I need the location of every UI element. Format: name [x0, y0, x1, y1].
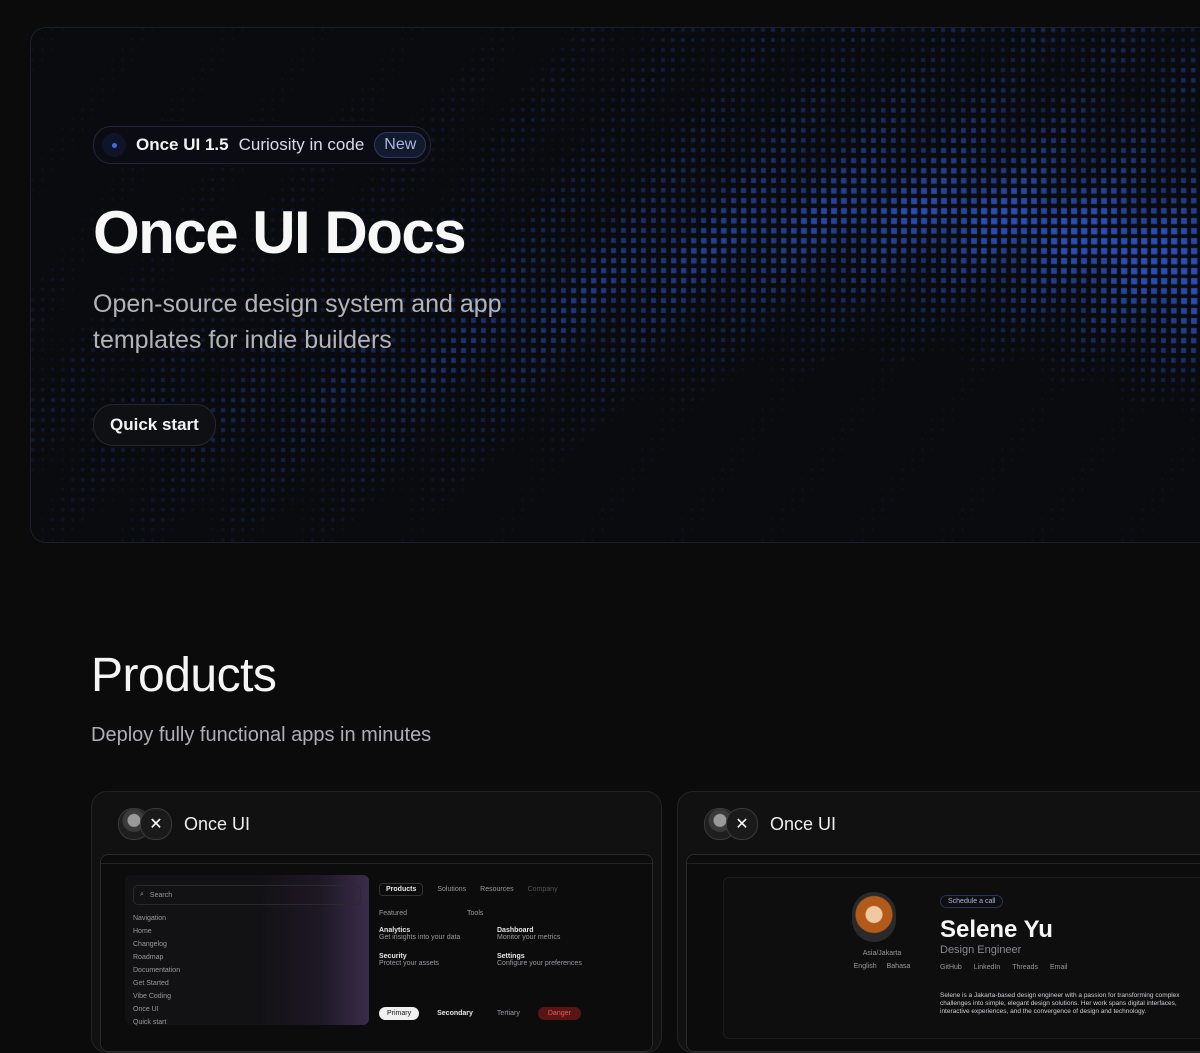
secondary-button[interactable]: Secondary — [431, 1007, 479, 1020]
menu-item-settings[interactable]: Settings Configure your preferences — [497, 953, 615, 967]
badge-tagline: Curiosity in code — [238, 135, 365, 154]
profile-name: Selene Yu — [940, 916, 1053, 943]
products-title: Products — [91, 649, 277, 702]
linkedin-link[interactable]: LinkedIn — [974, 964, 1000, 971]
sidebar-item-quick-start[interactable]: Quick start — [133, 1019, 369, 1026]
featured-label: Featured — [379, 910, 408, 917]
profile-mock: Asia/Jakarta English Bahasa Schedule a c… — [723, 877, 1200, 1039]
new-tag: New — [374, 132, 427, 158]
threads-link[interactable]: Threads — [1012, 964, 1038, 971]
search-icon: ⌕ — [140, 891, 144, 898]
location-label: Asia/Jakarta — [862, 950, 902, 957]
card-preview: ⌕ Search Navigation Home Changelog Roadm… — [100, 854, 653, 1052]
hero-section: Once UI 1.5 Curiosity in code New Once U… — [30, 27, 1200, 543]
email-link[interactable]: Email — [1050, 964, 1068, 971]
language-tag: Bahasa — [886, 963, 911, 970]
tertiary-button[interactable]: Tertiary — [491, 1007, 526, 1020]
card-title: Once UI — [770, 813, 837, 834]
menu-item-analytics[interactable]: Analytics Get insights into your data — [379, 927, 497, 941]
language-tag: English — [853, 963, 877, 970]
once-logo-icon: ✕ — [726, 808, 758, 840]
sidebar-item-roadmap[interactable]: Roadmap — [133, 954, 369, 961]
tab-company[interactable]: Company — [528, 886, 558, 893]
tab-resources[interactable]: Resources — [480, 886, 513, 893]
menu-item-security[interactable]: Security Protect your assets — [379, 953, 497, 967]
primary-button[interactable]: Primary — [379, 1007, 420, 1020]
card-header: ✕ Once UI — [704, 808, 836, 840]
tab-solutions[interactable]: Solutions — [437, 886, 466, 893]
hero-subtitle: Open-source design system and app templa… — [93, 290, 502, 354]
sidebar-item-vibe-coding[interactable]: Vibe Coding — [133, 993, 369, 1000]
search-input[interactable]: ⌕ Search — [133, 885, 361, 905]
avatar-group: ✕ — [118, 808, 172, 840]
sidebar-item-get-started[interactable]: Get Started — [133, 980, 369, 987]
danger-button[interactable]: Danger — [537, 1007, 581, 1020]
sidebar-item-changelog[interactable]: Changelog — [133, 941, 369, 948]
sidebar-item-home[interactable]: Home — [133, 928, 369, 935]
button-row: Primary Secondary Tertiary Danger — [379, 1007, 581, 1020]
once-logo-icon: ✕ — [140, 808, 172, 840]
profile-bio: Selene is a Jakarta-based design enginee… — [940, 992, 1180, 1015]
sidebar-mock: ⌕ Search Navigation Home Changelog Roadm… — [125, 875, 369, 1026]
once-section-label: Once UI — [133, 1006, 159, 1013]
mega-menu-mock: Products Solutions Resources Company Fea… — [379, 883, 619, 967]
card-header: ✕ Once UI — [118, 808, 250, 840]
page-title: Once UI Docs — [93, 199, 467, 266]
product-card[interactable]: ✕ Once UI Asia/Jakarta English Bahasa Sc… — [677, 791, 1200, 1053]
products-subtitle: Deploy fully functional apps in minutes — [91, 724, 432, 746]
avatar-group: ✕ — [704, 808, 758, 840]
quick-start-button[interactable]: Quick start — [93, 404, 216, 446]
release-badge[interactable]: Once UI 1.5 Curiosity in code New — [93, 126, 432, 164]
profile-role: Design Engineer — [940, 944, 1022, 956]
profile-avatar — [852, 892, 896, 942]
docs-section-label: Documentation — [133, 967, 181, 974]
menu-item-dashboard[interactable]: Dashboard Monitor your metrics — [497, 927, 615, 941]
github-link[interactable]: GitHub — [940, 964, 962, 971]
tab-products[interactable]: Products — [379, 883, 424, 896]
product-card[interactable]: ✕ Once UI ⌕ Search Navigation Home Chang… — [91, 791, 662, 1053]
tools-label: Tools — [467, 910, 484, 917]
badge-version: Once UI 1.5 — [136, 135, 229, 154]
dot-icon — [102, 133, 126, 157]
particle-wave-background — [31, 28, 1200, 542]
nav-section-label: Navigation — [133, 915, 167, 922]
card-title: Once UI — [184, 813, 251, 834]
schedule-call-button[interactable]: Schedule a call — [940, 895, 1004, 908]
card-preview: Asia/Jakarta English Bahasa Schedule a c… — [686, 854, 1200, 1052]
